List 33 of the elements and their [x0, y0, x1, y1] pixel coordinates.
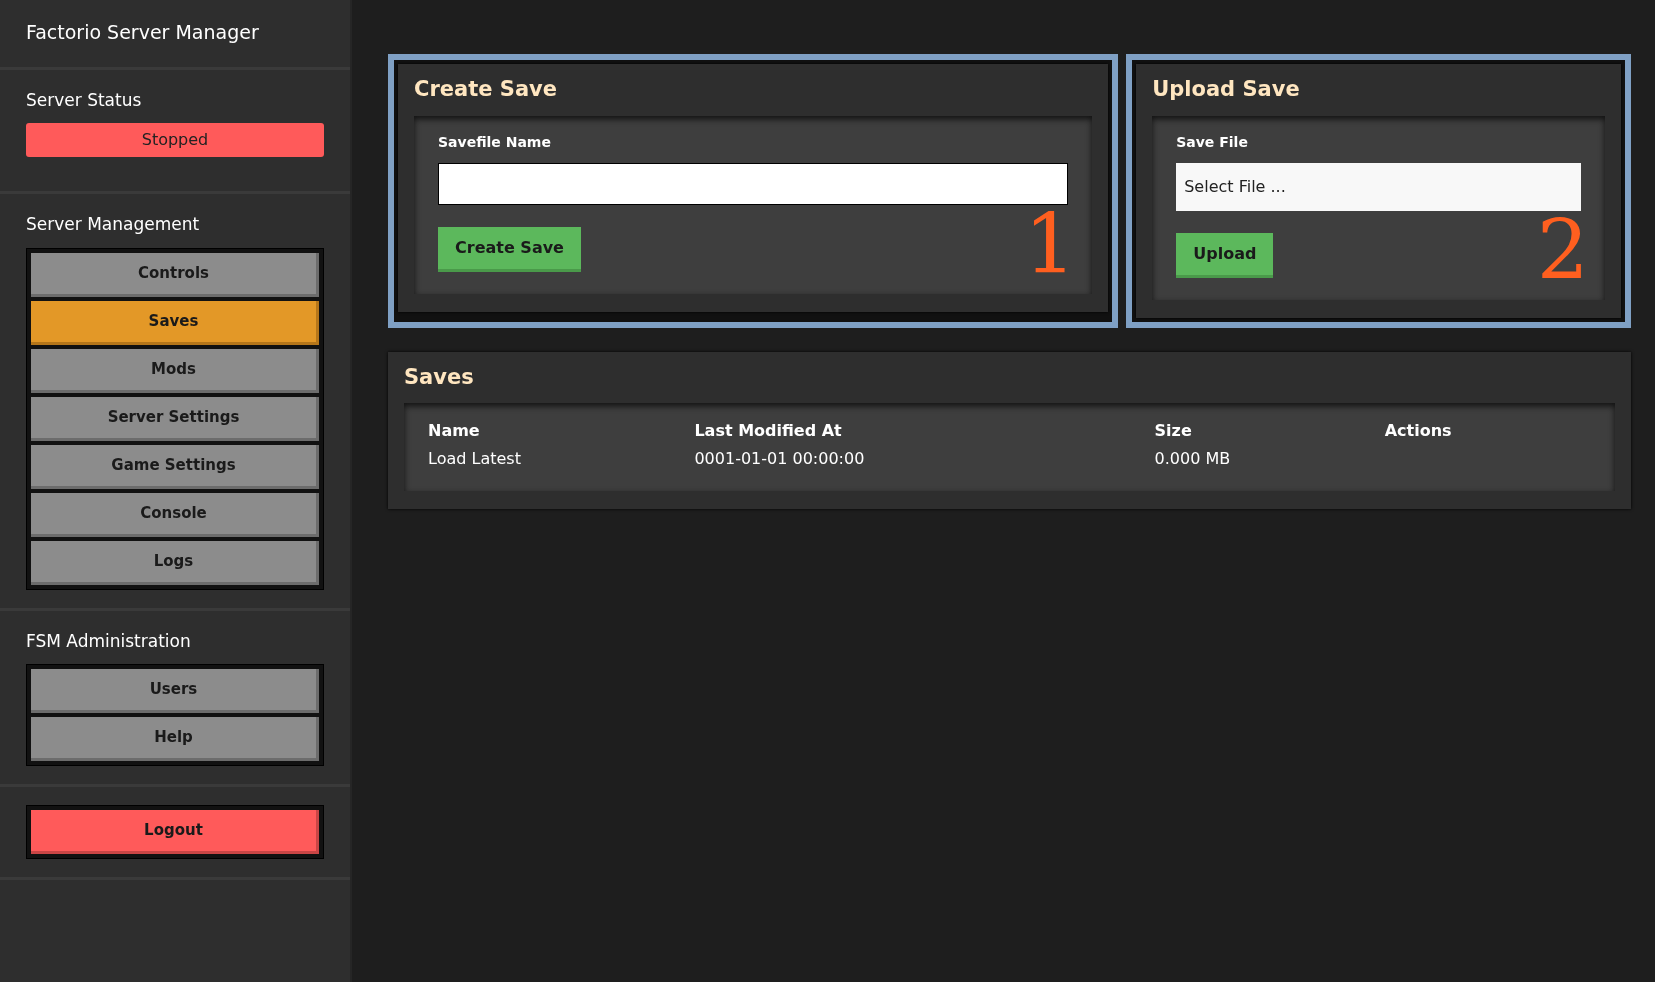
nav-button[interactable]: Users	[31, 669, 319, 713]
upload-button[interactable]: Upload	[1176, 232, 1274, 278]
section-heading: FSM Administration	[26, 629, 192, 653]
nav-button[interactable]: Mods	[31, 348, 319, 393]
input-field[interactable]	[438, 162, 1069, 205]
section-heading: Server Status	[26, 88, 143, 112]
column-header: Size	[1153, 420, 1193, 442]
nav-button[interactable]: Saves	[31, 300, 319, 345]
panel-title: Upload Save	[1152, 76, 1301, 103]
app-title: Factorio Server Manager	[26, 20, 260, 45]
section-heading: Server Management	[26, 213, 201, 236]
column-header: Last Modified At	[693, 420, 843, 442]
panel-title: Saves	[404, 363, 475, 391]
field-label: Savefile Name	[438, 132, 552, 152]
callout-number: 2	[1536, 209, 1589, 292]
table-cell-text: 0.000 MB	[1153, 448, 1232, 470]
column-header: Actions	[1383, 420, 1453, 442]
status-indicator: Stopped	[26, 123, 324, 157]
table-cell-text: 0001-01-01 00:00:00	[693, 448, 866, 470]
file-field[interactable]: Select File ...	[1176, 162, 1581, 211]
table-cell-text: Load Latest	[427, 448, 522, 470]
nav-button[interactable]: Controls	[31, 252, 319, 297]
nav-button[interactable]: Logs	[31, 540, 319, 585]
logout-button[interactable]: Logout	[31, 810, 319, 854]
panel-title: Create Save	[414, 76, 558, 103]
nav-button[interactable]: Server Settings	[31, 396, 319, 441]
callout-number: 1	[1024, 203, 1077, 286]
nav-button[interactable]: Game Settings	[31, 444, 319, 489]
field-label: Save File	[1176, 132, 1249, 152]
nav-button[interactable]: Console	[31, 492, 319, 537]
nav-button[interactable]: Help	[31, 717, 319, 761]
create-button[interactable]: Create Save	[438, 226, 581, 272]
column-header: Name	[427, 420, 481, 442]
